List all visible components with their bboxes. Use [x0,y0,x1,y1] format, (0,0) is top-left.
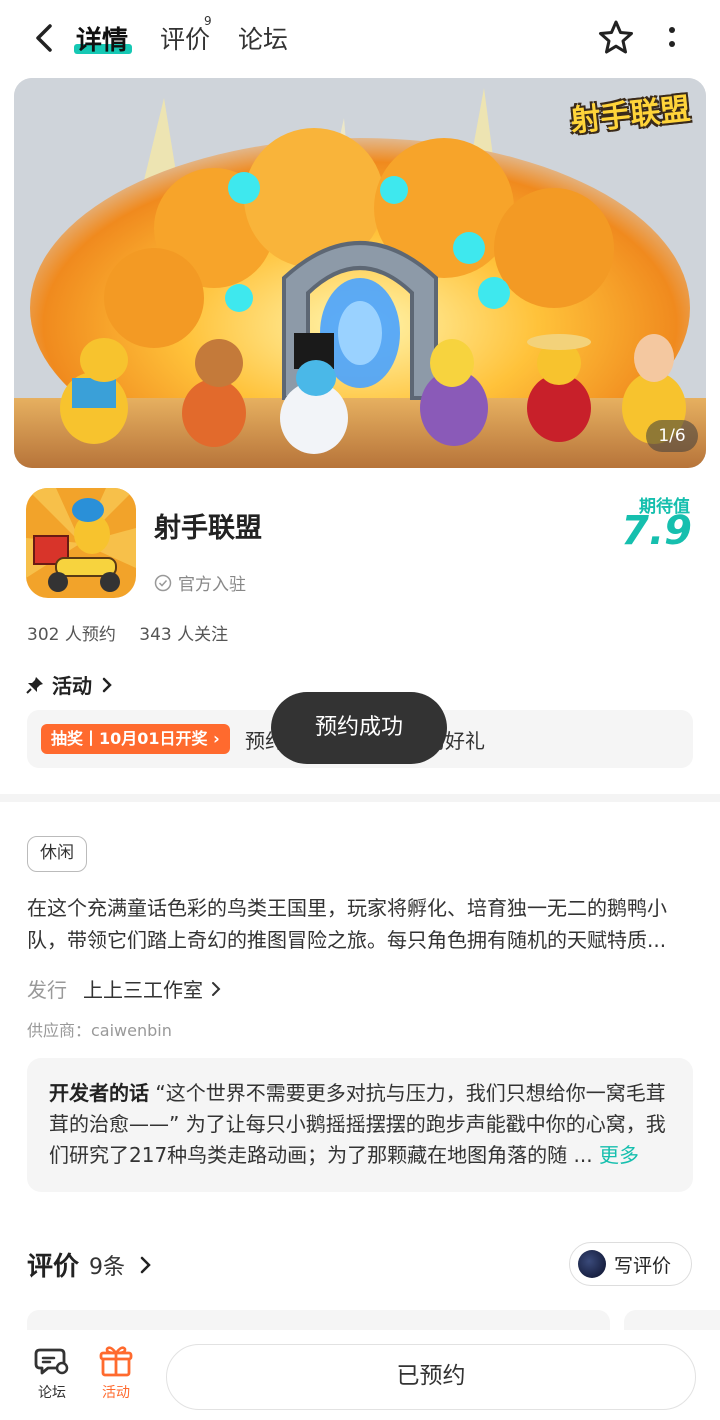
developer-words-label: 开发者的话 [49,1081,149,1105]
carousel-page-indicator: 1/6 [646,420,698,452]
reviews-title: 评价 [27,1252,80,1282]
supplier-info: 供应商：caiwenbin [27,1021,172,1040]
game-stats: 302 人预约 343 人关注 [27,620,246,645]
more-vertical-icon[interactable] [660,22,684,54]
reservation-success-toast: 预约成功 [271,692,447,764]
tab-reviews[interactable]: 评价 [160,20,210,56]
chevron-right-icon [140,1256,151,1273]
genre-tag[interactable]: 休闲 [27,836,87,872]
nav-forum[interactable]: 论坛 [22,1344,82,1402]
reserved-button[interactable]: 已预约 [166,1344,696,1410]
user-avatar [578,1250,606,1278]
publisher-row[interactable]: 发行 上上三工作室 [27,974,225,1003]
lottery-tag: 抽奖丨10月01日开奖 › [41,724,230,754]
pin-icon [26,676,43,694]
nav-activity[interactable]: 活动 [86,1344,146,1402]
publisher-name: 上上三工作室 [83,978,203,1002]
game-title: 射手联盟 [154,513,262,544]
official-badge: 官方入驻 [154,570,246,595]
tab-forum[interactable]: 论坛 [238,20,288,56]
verified-check-icon [154,574,172,591]
nav-forum-label: 论坛 [38,1385,66,1401]
lottery-tag-label: 抽奖丨10月01日开奖 [51,729,208,748]
publisher-label: 发行 [27,978,67,1002]
nav-activity-label: 活动 [102,1385,130,1401]
back-arrow-icon[interactable] [28,20,60,56]
activity-header[interactable]: 活动 [26,670,116,699]
chevron-right-icon [102,677,112,692]
tab-details[interactable]: 详情 [76,20,128,57]
write-review-button[interactable]: 写评价 [569,1242,692,1286]
reservation-count: 302 人预约 [27,625,116,645]
chevron-right-icon [212,981,221,996]
top-bar: 详情 评价 9 论坛 [0,0,720,78]
game-description[interactable]: 在这个充满童话色彩的鸟类王国里，玩家将孵化、培育独一无二的鹅鸭小队，带领它们踏上… [27,892,697,956]
game-banner-carousel[interactable]: 射手联盟 1/6 [14,78,706,468]
bottom-action-bar: 论坛 活动 已预约 [0,1330,720,1420]
game-app-icon [26,488,136,598]
developer-words-card[interactable]: 开发者的话 “这个世界不需要更多对抗与压力，我们只想给你一窝毛茸茸的治愈——” … [27,1058,693,1192]
activity-header-label: 活动 [52,674,92,698]
more-link[interactable]: 更多 [599,1143,639,1167]
tag-chevron-icon: › [213,729,220,748]
expect-score: 7.9 [621,508,692,554]
reviews-count: 9条 [89,1254,126,1280]
write-review-label: 写评价 [614,1254,672,1277]
official-label: 官方入驻 [178,575,246,595]
chat-bubble-icon [34,1348,69,1375]
star-icon[interactable] [596,18,636,58]
reviews-header[interactable]: 评价 9条 [27,1246,155,1283]
section-divider [0,794,720,802]
reviews-count-badge: 9 [204,14,212,28]
gift-icon [99,1346,133,1377]
follower-count: 343 人关注 [139,625,229,645]
